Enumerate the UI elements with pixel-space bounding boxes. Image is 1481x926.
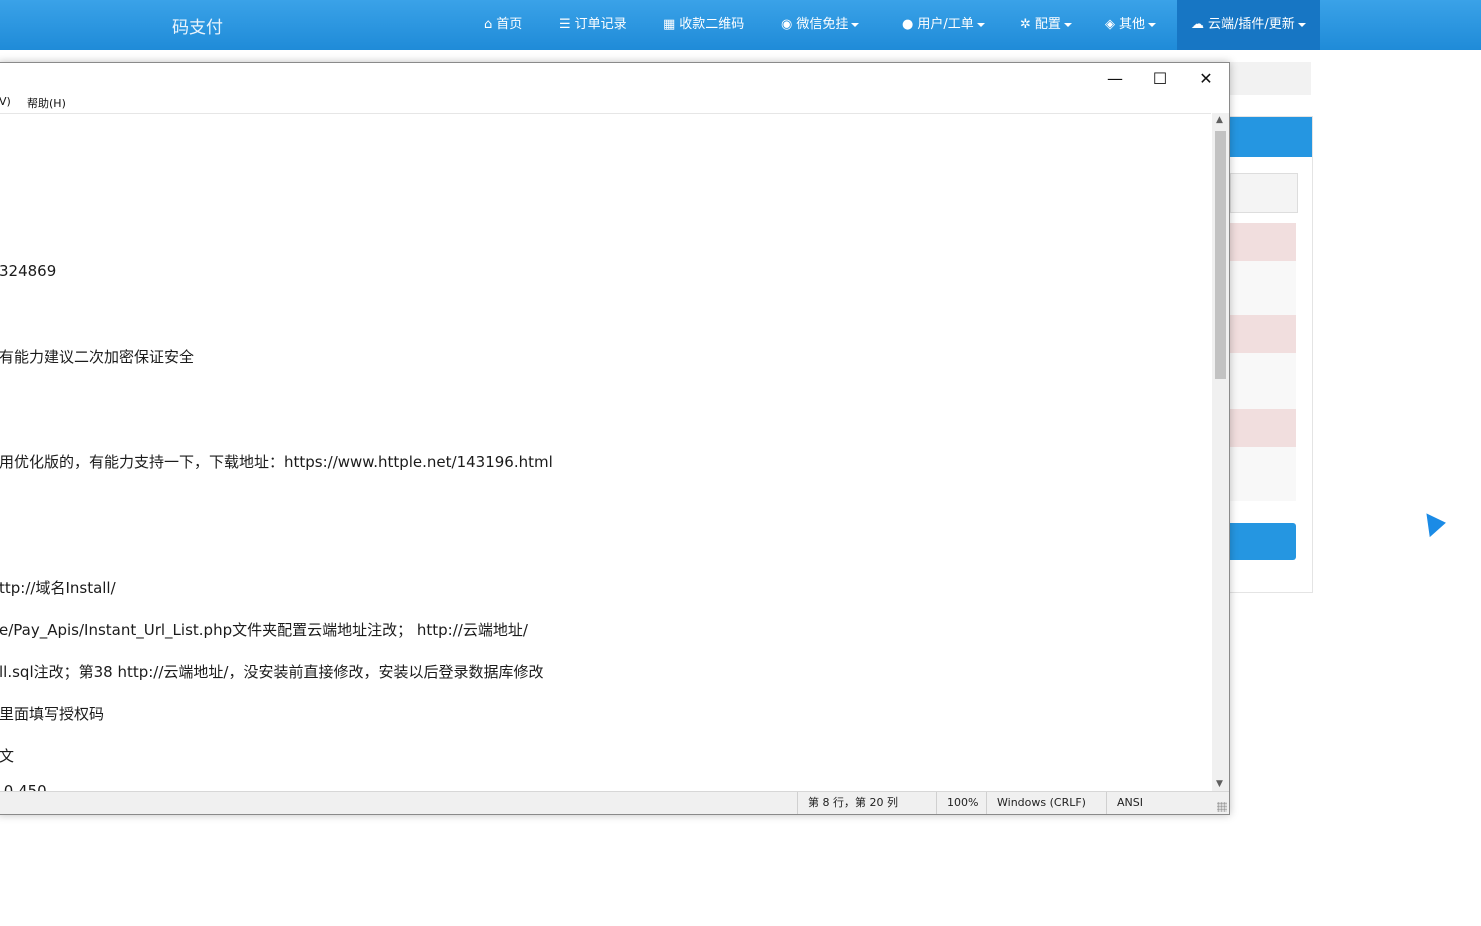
top-navbar: 码支付 ⌂ 首页 ☰ 订单记录 ▦ 收款二维码 ◉ 微信免挂 ● 用户/工单 ✲ 配置 ◈ 其… [0,0,1481,50]
chevron-down-icon [1063,22,1072,27]
bg-input[interactable] [1230,173,1298,213]
cube-icon: ◈ [1105,17,1115,32]
status-cursor-position: 第 8 行，第 20 列 [797,792,898,814]
bg-row [1230,409,1296,447]
text-line: ttp://域名Install/ [0,579,116,597]
nav-users-label: 用户/工单 [917,17,974,32]
menu-view[interactable]: V) [0,95,11,108]
text-line: e/Pay_Apis/Instant_Url_List.php文件夹配置云端地址… [0,621,528,639]
nav-cloud-label: 云端/插件/更新 [1208,17,1295,32]
bg-breadcrumb [1229,62,1311,95]
nav-config[interactable]: ✲ 配置 [1020,0,1072,50]
scrollbar-thumb[interactable] [1215,131,1226,379]
nav-home[interactable]: ⌂ 首页 [484,0,522,50]
chevron-down-icon [976,22,985,27]
menu-help[interactable]: 帮助(H) [27,95,66,111]
qrcode-icon: ▦ [663,17,676,32]
bg-panel [1229,116,1313,593]
nav-home-label: 首页 [496,17,523,32]
status-zoom: 100% [936,792,978,814]
nav-orders[interactable]: ☰ 订单记录 [559,0,627,50]
home-icon: ⌂ [484,17,493,32]
chevron-down-icon [851,22,860,27]
close-button[interactable]: ✕ [1183,63,1229,93]
bg-row [1230,315,1296,353]
gear-icon: ✲ [1020,17,1031,32]
text-line: 有能力建议二次加密保证安全 [0,348,195,366]
text-line: 里面填写授权码 [0,705,105,723]
text-line: ll.sql注改；第38 http://云端地址/，没安装前直接修改，安装以后登… [0,663,544,681]
cloud-icon: ☁ [1191,17,1204,32]
bg-submit-button[interactable] [1230,523,1296,560]
vertical-scrollbar[interactable]: ▲ ▼ [1212,113,1229,791]
bg-row [1230,261,1296,315]
status-bar: 第 8 行，第 20 列 100% Windows (CRLF) ANSI [0,791,1229,814]
bg-panel-header [1230,117,1312,157]
nav-wechat[interactable]: ◉ 微信免挂 [781,0,860,50]
text-line: 324869 [0,262,57,280]
nav-cloud[interactable]: ☁ 云端/插件/更新 [1177,0,1320,50]
scroll-up-arrow-icon[interactable]: ▲ [1216,115,1223,125]
user-icon: ● [902,17,914,32]
resize-grip-icon[interactable] [1217,802,1227,812]
status-encoding: ANSI [1106,792,1143,814]
nav-config-label: 配置 [1034,17,1061,32]
mouse-cursor-icon [1426,510,1448,538]
list-icon: ☰ [559,17,571,32]
notepad-window: — ☐ ✕ V) 帮助(H) 324869 有能力建议二次加密保证安全 用优化版… [0,62,1230,815]
nav-other-label: 其他 [1119,17,1146,32]
nav-users[interactable]: ● 用户/工单 [902,0,985,50]
chevron-down-icon [1297,22,1306,27]
chevron-down-icon [1148,22,1157,27]
status-line-ending: Windows (CRLF) [986,792,1086,814]
bg-row [1230,353,1296,409]
maximize-button[interactable]: ☐ [1137,63,1183,93]
text-line: 用优化版的，有能力支持一下，下载地址：https://www.httple.ne… [0,453,553,471]
nav-qrcode-label: 收款二维码 [679,17,745,32]
nav-qrcode[interactable]: ▦ 收款二维码 [663,0,744,50]
minimize-button[interactable]: — [1092,63,1138,93]
nav-wechat-label: 微信免挂 [796,17,849,32]
wechat-icon: ◉ [781,17,793,32]
nav-orders-label: 订单记录 [574,17,627,32]
nav-other[interactable]: ◈ 其他 [1105,0,1157,50]
brand-title[interactable]: 码支付 [172,13,223,38]
bg-row [1230,447,1296,501]
text-editor[interactable]: 324869 有能力建议二次加密保证安全 用优化版的，有能力支持一下，下载地址：… [0,113,1211,792]
scroll-down-arrow-icon[interactable]: ▼ [1216,779,1223,789]
text-line: 文 [0,747,15,765]
bg-row [1230,223,1296,261]
